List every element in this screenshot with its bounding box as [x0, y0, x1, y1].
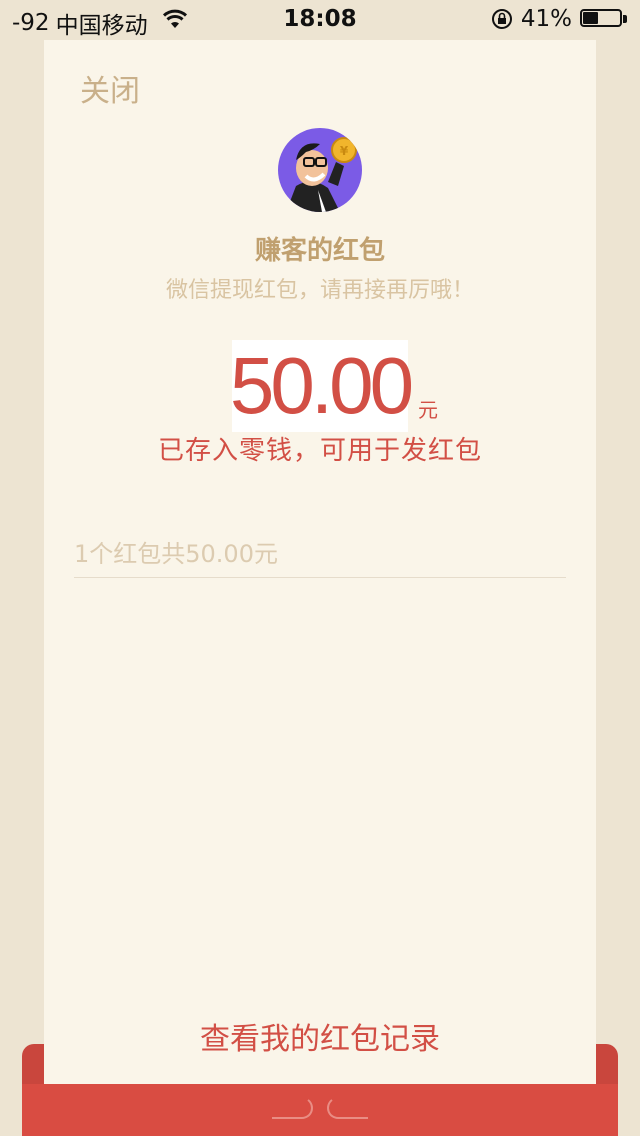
- packet-summary: 1个红包共50.00元: [74, 540, 278, 568]
- currency-unit: 元: [418, 398, 438, 422]
- sender-name: 赚客的红包: [254, 236, 385, 266]
- status-bar: -92 中国移动 18:08 41%: [0, 0, 640, 40]
- status-right-group: 41%: [491, 6, 628, 32]
- saved-to-wallet-note: 已存入零钱，可用于发红包: [157, 436, 482, 466]
- close-button[interactable]: 关闭: [80, 66, 140, 110]
- rotation-lock-icon: [491, 9, 512, 29]
- view-records-link[interactable]: 查看我的红包记录: [44, 1014, 596, 1058]
- divider: [74, 577, 566, 578]
- amount-value: 50.00: [229, 341, 414, 430]
- red-packet-detail-card: 关闭 ¥ 赚客的红包 微信提现红包，请再接再厉哦！ 50.00 元 已存入零钱，…: [44, 40, 596, 1084]
- envelope-seal-icon: [272, 1099, 368, 1119]
- svg-text:¥: ¥: [340, 144, 349, 158]
- battery-icon: [580, 9, 628, 29]
- battery-percent: 41%: [520, 6, 572, 32]
- sender-avatar: ¥: [278, 128, 362, 212]
- greeting-message: 微信提现红包，请再接再厉哦！: [165, 278, 474, 303]
